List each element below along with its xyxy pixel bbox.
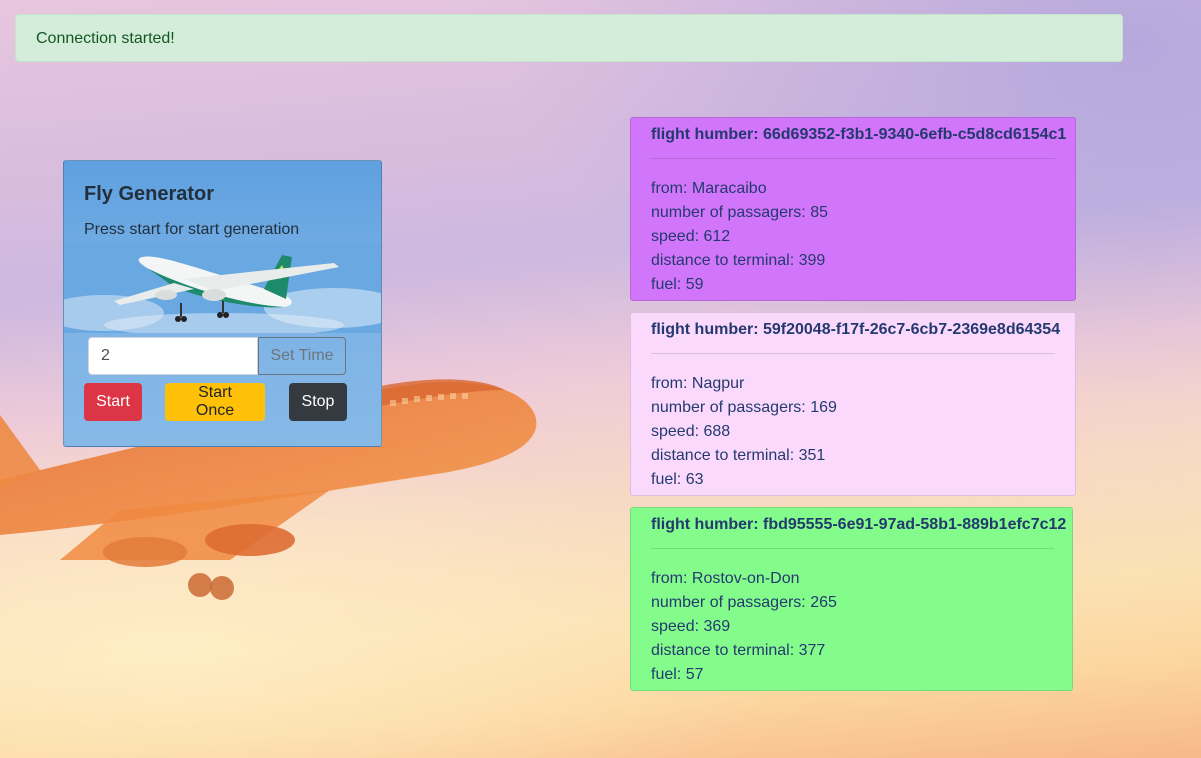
divider <box>651 353 1055 354</box>
flight-distance: distance to terminal: 377 <box>651 642 826 659</box>
flight-origin: from: Rostov-on-Don <box>651 570 800 587</box>
flight-origin: from: Nagpur <box>651 375 745 392</box>
flight-number: flight humber: 59f20048-f17f-26c7-6cb7-2… <box>651 321 1061 338</box>
flight-card-2: flight humber: 59f20048-f17f-26c7-6cb7-2… <box>630 312 1076 496</box>
stop-button[interactable]: Stop <box>289 383 347 421</box>
flight-fuel: fuel: 63 <box>651 471 704 488</box>
flight-distance: distance to terminal: 399 <box>651 252 826 269</box>
interval-input[interactable] <box>88 337 258 375</box>
generator-title: Fly Generator <box>84 183 215 205</box>
flight-speed: speed: 369 <box>651 618 731 635</box>
airplane-image <box>64 243 381 333</box>
fly-generator-card: Fly Generator Press start for start gene… <box>63 160 382 447</box>
divider <box>651 158 1055 159</box>
connection-alert: Connection started! <box>15 14 1123 62</box>
set-time-button[interactable]: Set Time <box>258 337 346 375</box>
flight-distance: distance to terminal: 351 <box>651 447 826 464</box>
flight-number: flight humber: fbd95555-6e91-97ad-58b1-8… <box>651 516 1067 533</box>
flight-passengers: number of passagers: 265 <box>651 594 837 611</box>
start-button[interactable]: Start <box>84 383 142 421</box>
flight-passengers: number of passagers: 85 <box>651 204 828 221</box>
start-once-button[interactable]: Start Once <box>165 383 265 421</box>
flight-number: flight humber: 66d69352-f3b1-9340-6efb-c… <box>651 126 1067 143</box>
flight-origin: from: Maracaibo <box>651 180 767 197</box>
flight-card-3: flight humber: fbd95555-6e91-97ad-58b1-8… <box>630 507 1073 691</box>
flight-fuel: fuel: 59 <box>651 276 704 293</box>
interval-input-group: Set Time <box>88 337 347 375</box>
flight-speed: speed: 612 <box>651 228 731 245</box>
flight-speed: speed: 688 <box>651 423 731 440</box>
flight-card-1: flight humber: 66d69352-f3b1-9340-6efb-c… <box>630 117 1076 301</box>
generator-description: Press start for start generation <box>84 221 300 238</box>
flight-fuel: fuel: 57 <box>651 666 704 683</box>
flight-passengers: number of passagers: 169 <box>651 399 837 416</box>
divider <box>651 548 1054 549</box>
